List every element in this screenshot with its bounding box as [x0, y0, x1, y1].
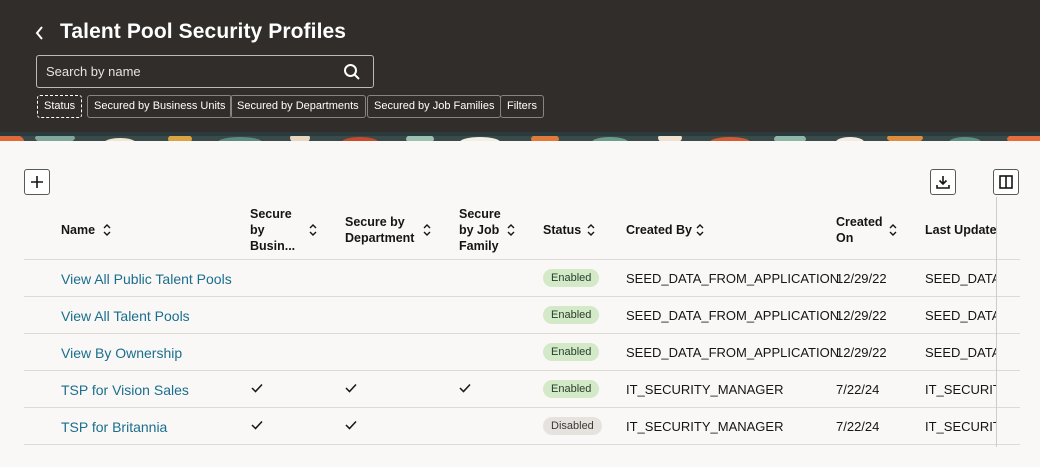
- column-header-name[interactable]: Name: [61, 222, 95, 238]
- chip-departments[interactable]: Secured by Departments: [230, 95, 366, 118]
- add-button[interactable]: [24, 169, 50, 195]
- row-divider: [24, 259, 1020, 260]
- row-divider: [24, 444, 1020, 445]
- search-box: [36, 55, 374, 88]
- chip-status[interactable]: Status: [37, 95, 83, 118]
- status-badge: Enabled: [543, 380, 600, 398]
- column-header-secure-job-family[interactable]: Secure by Job Family: [459, 206, 505, 254]
- chip-job-families[interactable]: Secured by Job Families: [367, 95, 502, 118]
- plus-icon: [31, 176, 43, 188]
- created-by-cell: IT_SECURITY_MANAGER: [626, 382, 784, 397]
- sort-icon[interactable]: [888, 223, 898, 237]
- chevron-left-icon: [35, 26, 43, 40]
- sort-icon[interactable]: [308, 223, 318, 237]
- created-by-cell: IT_SECURITY_MANAGER: [626, 419, 784, 434]
- columns-icon: [999, 175, 1013, 189]
- profile-name-link[interactable]: View All Public Talent Pools: [61, 271, 232, 287]
- back-button[interactable]: [30, 22, 50, 44]
- checkmark-icon: [345, 383, 357, 393]
- column-header-secure-business[interactable]: Secure by Busin...: [250, 206, 300, 254]
- checkmark-icon: [345, 420, 357, 430]
- last-updated-cell: IT_SECURITY: [925, 382, 996, 397]
- sort-icon[interactable]: [695, 223, 705, 237]
- row-divider: [24, 407, 1020, 408]
- scroll-boundary-divider: [996, 197, 997, 447]
- checkmark-icon: [459, 383, 471, 393]
- page-title: Talent Pool Security Profiles: [60, 20, 347, 43]
- column-header-created-by[interactable]: Created By: [626, 222, 692, 238]
- sort-icon[interactable]: [102, 223, 112, 237]
- row-divider: [24, 296, 1020, 297]
- created-on-cell: 12/29/22: [836, 308, 887, 323]
- created-by-cell: SEED_DATA_FROM_APPLICATION: [626, 271, 840, 286]
- page-header: Talent Pool Security Profiles Status Sec…: [0, 0, 1040, 132]
- profile-name-link[interactable]: TSP for Vision Sales: [61, 382, 189, 398]
- sort-icon[interactable]: [586, 223, 596, 237]
- column-header-last-updated[interactable]: Last Updated: [925, 222, 996, 238]
- last-updated-cell: SEED_DATA_: [925, 308, 996, 323]
- status-badge: Enabled: [543, 343, 600, 361]
- search-input[interactable]: [37, 56, 337, 87]
- status-badge: Enabled: [543, 269, 600, 287]
- created-on-cell: 12/29/22: [836, 271, 887, 286]
- created-on-cell: 7/22/24: [836, 419, 880, 434]
- last-updated-cell: IT_SECURITY: [925, 419, 996, 434]
- created-by-cell: SEED_DATA_FROM_APPLICATION: [626, 345, 840, 360]
- profile-name-link[interactable]: View All Talent Pools: [61, 308, 190, 324]
- checkmark-icon: [251, 383, 263, 393]
- checkmark-icon: [251, 420, 263, 430]
- chip-business-units[interactable]: Secured by Business Units: [87, 95, 233, 118]
- created-on-cell: 7/22/24: [836, 382, 880, 397]
- profile-name-link[interactable]: TSP for Britannia: [61, 419, 167, 435]
- download-icon: [936, 176, 950, 189]
- row-divider: [24, 370, 1020, 371]
- search-icon[interactable]: [343, 63, 361, 81]
- created-by-cell: SEED_DATA_FROM_APPLICATION: [626, 308, 840, 323]
- status-badge: Disabled: [543, 417, 602, 435]
- last-updated-cell: SEED_DATA_: [925, 271, 996, 286]
- created-on-cell: 12/29/22: [836, 345, 887, 360]
- row-divider: [24, 333, 1020, 334]
- profile-name-link[interactable]: View By Ownership: [61, 345, 182, 361]
- column-header-secure-department[interactable]: Secure by Department: [345, 214, 420, 246]
- sort-icon[interactable]: [506, 223, 516, 237]
- column-header-created-on[interactable]: Created On: [836, 214, 884, 246]
- chip-filters[interactable]: Filters: [500, 95, 544, 118]
- manage-columns-button[interactable]: [993, 169, 1019, 195]
- sort-icon[interactable]: [422, 223, 432, 237]
- last-updated-cell: SEED_DATA_: [925, 345, 996, 360]
- decorative-banner: [0, 132, 1040, 141]
- export-button[interactable]: [930, 169, 956, 195]
- status-badge: Enabled: [543, 306, 600, 324]
- column-header-status[interactable]: Status: [543, 222, 581, 238]
